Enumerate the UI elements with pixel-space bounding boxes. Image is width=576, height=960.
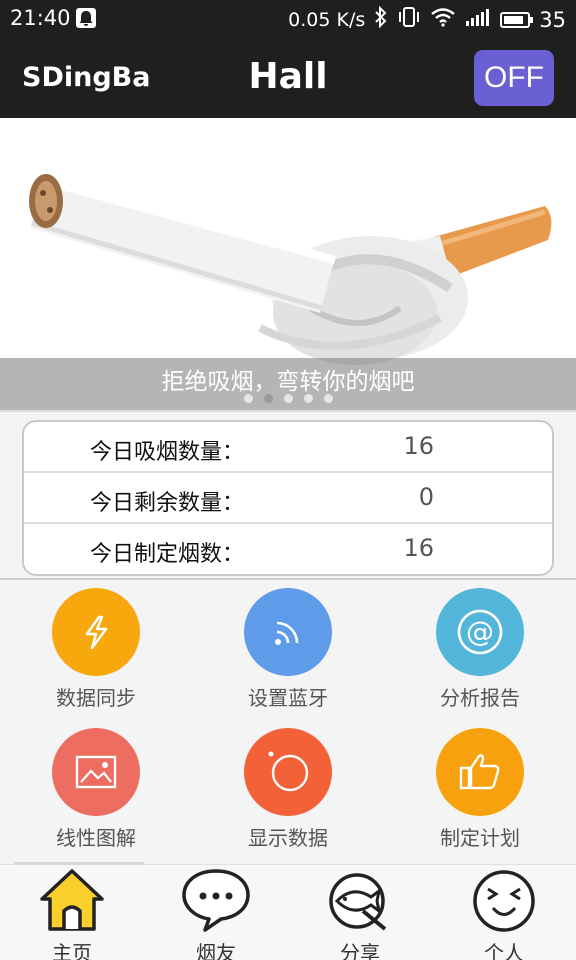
feature-label: 制定计划: [440, 826, 520, 850]
tab-label: 主页: [52, 941, 92, 960]
vibrate-icon: [397, 6, 421, 33]
feature-label: 数据同步: [56, 686, 136, 710]
feature-data-sync[interactable]: 数据同步: [0, 582, 192, 722]
bluetooth-signal-icon: [244, 588, 332, 676]
camera-lens-icon: [244, 728, 332, 816]
feature-show-data[interactable]: 显示数据: [192, 722, 384, 862]
stat-label: 今日剩余数量：: [90, 491, 245, 516]
image-icon: [52, 728, 140, 816]
carousel-dot[interactable]: [243, 394, 253, 403]
stat-label: 今日吸烟数量：: [90, 440, 245, 465]
status-time: 21:40: [10, 6, 71, 30]
bluetooth-icon: [374, 5, 388, 33]
feature-label: 分析报告: [440, 686, 520, 710]
stats-card: 今日吸烟数量： 16 今日剩余数量： 0 今日制定烟数： 16: [22, 420, 554, 576]
status-icons: 0.05 K/s 35: [288, 5, 566, 33]
stat-label: 今日制定烟数：: [90, 542, 245, 567]
svg-text:@: @: [466, 615, 494, 648]
face-icon: [473, 870, 535, 932]
carousel-dot[interactable]: [283, 394, 293, 403]
tab-home[interactable]: 主页: [0, 865, 144, 960]
tab-friends[interactable]: 烟友: [144, 865, 288, 960]
wifi-icon: [430, 7, 456, 32]
carousel-dot[interactable]: [323, 394, 333, 403]
banner-carousel[interactable]: 拒绝吸烟，弯转你的烟吧: [0, 118, 576, 410]
network-speed: 0.05 K/s: [288, 8, 366, 31]
notification-bell-icon: [76, 8, 96, 28]
feature-label: 设置蓝牙: [248, 686, 328, 710]
carousel-dot[interactable]: [303, 394, 313, 403]
feature-bluetooth-settings[interactable]: 设置蓝牙: [192, 582, 384, 722]
stat-value: 0: [418, 483, 434, 511]
stat-value: 16: [403, 534, 434, 562]
fish-share-icon: [329, 873, 387, 931]
home-icon: [40, 869, 104, 931]
app-screen: 21:40 0.05 K/s 35 SDingBa Hall OFF 拒绝吸烟，…: [0, 0, 576, 960]
feature-label: 显示数据: [248, 826, 328, 850]
tab-label: 个人: [484, 941, 524, 960]
stat-row-smoked-today: 今日吸烟数量： 16: [24, 422, 552, 473]
feature-label: 线性图解: [56, 826, 136, 850]
feature-make-plan[interactable]: 制定计划: [384, 722, 576, 862]
lightning-icon: [52, 588, 140, 676]
carousel-indicator: [0, 394, 576, 403]
banner-caption-bar: 拒绝吸烟，弯转你的烟吧: [0, 358, 576, 410]
battery-icon: [500, 11, 534, 28]
stat-value: 16: [403, 432, 434, 460]
banner-caption: 拒绝吸烟，弯转你的烟吧: [161, 369, 415, 395]
at-sign-icon: @: [436, 588, 524, 676]
stats-section: 今日吸烟数量： 16 今日剩余数量： 0 今日制定烟数： 16: [0, 410, 576, 580]
app-bar: SDingBa Hall OFF: [0, 38, 576, 118]
tab-share[interactable]: 分享: [288, 865, 432, 960]
thumbs-up-icon: [436, 728, 524, 816]
feature-line-chart[interactable]: 线性图解: [0, 722, 192, 862]
feature-grid: 数据同步 设置蓝牙 @ 分析报告 线性图解 显示数据 制定计划: [0, 582, 576, 864]
tab-profile[interactable]: 个人: [432, 865, 576, 960]
app-name: SDingBa: [22, 62, 151, 93]
stat-row-planned-today: 今日制定烟数： 16: [24, 524, 552, 574]
power-toggle-button[interactable]: OFF: [474, 50, 554, 106]
battery-level: 35: [539, 7, 566, 32]
tab-label: 烟友: [196, 941, 236, 960]
stat-row-remaining-today: 今日剩余数量： 0: [24, 473, 552, 524]
bottom-tab-bar: 主页 烟友 分享 个人: [0, 862, 576, 960]
signal-icon: [465, 7, 491, 32]
feature-analysis-report[interactable]: @ 分析报告: [384, 582, 576, 722]
status-bar: 21:40 0.05 K/s 35: [0, 0, 576, 38]
tab-label: 分享: [340, 941, 380, 960]
chat-bubble-icon: [182, 869, 250, 932]
carousel-dot-active[interactable]: [263, 394, 273, 403]
